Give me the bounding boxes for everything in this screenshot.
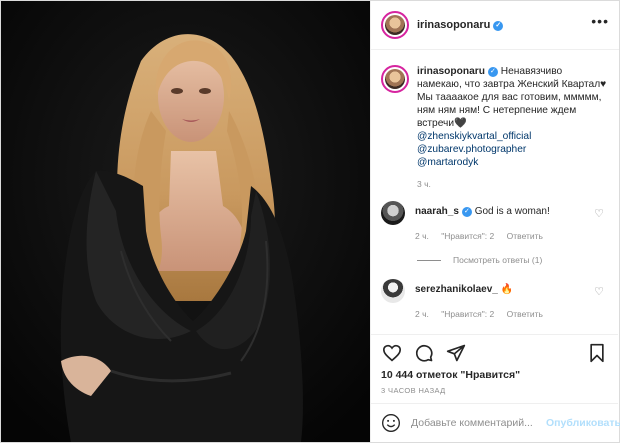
post-sidebar: irinasoponaru ✓ ••• irinasoponaru ✓ Ненавя… [370,1,620,442]
post-header: irinasoponaru ✓ ••• [371,1,619,50]
comment-item: naarah_s ✓ God is a woman! 2 ч. "Нравится… [371,201,618,243]
comment-item: serezhanikolaev_ 🔥 2 ч. "Нравится": 2 От… [371,279,618,321]
post-timestamp[interactable]: 3 ЧАСОВ НАЗАД [381,386,446,395]
share-paper-plane-icon[interactable] [445,342,467,364]
post-caption: irinasoponaru ✓ Ненавязчиво намекаю, что … [371,57,618,169]
header-username[interactable]: irinasoponaru ✓ [417,19,504,31]
instagram-post: irinasoponaru ✓ ••• irinasoponaru ✓ Ненавя… [0,0,620,443]
avatar[interactable] [381,279,405,303]
like-comment-heart-icon[interactable]: ♡ [594,285,604,298]
publish-button[interactable]: Опубликовать [546,417,620,429]
view-replies-button[interactable]: Посмотреть ответы (1) [417,255,618,265]
avatar[interactable] [381,201,405,225]
reply-button[interactable]: Ответить [507,309,543,319]
bookmark-icon[interactable] [586,342,608,364]
comment-input[interactable] [411,417,546,429]
verified-badge-icon: ✓ [461,207,472,217]
view-replies-label[interactable]: Посмотреть ответы (1) [453,255,542,265]
emoji-smile-icon[interactable] [381,413,401,433]
comment-username[interactable]: naarah_s [415,206,459,217]
like-heart-icon[interactable] [381,342,403,364]
verified-badge-icon: ✓ [487,67,498,77]
comment-time[interactable]: 2 ч. [415,231,429,241]
comment-likes[interactable]: "Нравится": 2 [441,231,494,241]
avatar[interactable] [381,65,409,93]
comment-text: God is a woman! [474,206,550,217]
mention-link[interactable]: @zhenskiykvartal_official [417,130,608,143]
like-comment-heart-icon[interactable]: ♡ [594,207,604,220]
avatar[interactable] [381,11,409,39]
comment-text: 🔥 [500,284,514,295]
comment-username[interactable]: serezhanikolaev_ [415,284,498,295]
caption-time[interactable]: 3 ч. [417,179,618,189]
verified-badge-icon: ✓ [493,21,504,31]
comment-body: naarah_s ✓ God is a woman! 2 ч. "Нравится… [415,201,595,243]
comment-body: serezhanikolaev_ 🔥 2 ч. "Нравится": 2 От… [415,279,595,321]
comments-section: irinasoponaru ✓ Ненавязчиво намекаю, что … [371,57,618,330]
comment-bubble-icon[interactable] [413,342,435,364]
ellipsis-icon[interactable]: ••• [591,13,609,29]
replies-divider [417,259,441,261]
post-photo[interactable] [1,1,370,442]
reply-button[interactable]: Ответить [507,231,543,241]
add-comment-bar: Опубликовать [371,403,620,442]
likes-count[interactable]: 10 444 отметок "Нравится" [381,369,520,381]
caption-username[interactable]: irinasoponaru [417,66,485,77]
comment-time[interactable]: 2 ч. [415,309,429,319]
caption-text: irinasoponaru ✓ Ненавязчиво намекаю, что … [417,65,608,169]
mention-link[interactable]: @zubarev.photographer [417,143,608,156]
action-bar [371,334,618,370]
mention-link[interactable]: @martarodyk [417,156,608,169]
comment-meta: 2 ч. "Нравится": 2 Ответить [415,308,595,321]
portrait-image [1,1,370,442]
comment-meta: 2 ч. "Нравится": 2 Ответить [415,230,595,243]
comment-likes[interactable]: "Нравится": 2 [441,309,494,319]
